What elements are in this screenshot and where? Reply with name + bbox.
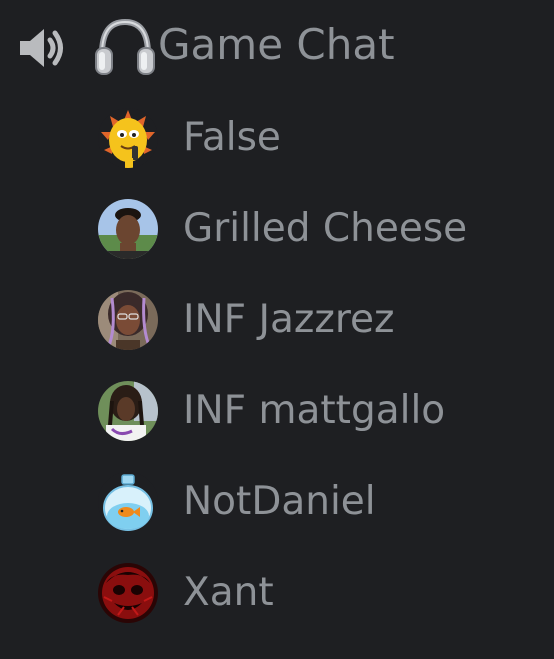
avatar xyxy=(98,290,158,350)
voice-user[interactable]: Xant xyxy=(0,551,554,642)
voice-user[interactable]: INF mattgallo xyxy=(0,369,554,460)
speaker-icon xyxy=(14,24,68,72)
voice-user-list: False Grilled Cheese INF Jazzrez INF mat… xyxy=(0,96,554,642)
user-name: Grilled Cheese xyxy=(183,206,468,251)
avatar xyxy=(98,381,158,441)
voice-user[interactable]: False xyxy=(0,96,554,187)
voice-channel[interactable]: Game Chat xyxy=(0,0,554,90)
headphones-emoji-icon xyxy=(94,16,156,76)
user-name: Xant xyxy=(183,570,274,615)
voice-user[interactable]: INF Jazzrez xyxy=(0,278,554,369)
avatar xyxy=(98,108,158,168)
user-name: INF Jazzrez xyxy=(183,297,395,342)
avatar xyxy=(98,563,158,623)
user-name: NotDaniel xyxy=(183,479,376,524)
voice-user[interactable]: Grilled Cheese xyxy=(0,187,554,278)
user-name: False xyxy=(183,115,281,160)
avatar xyxy=(98,472,158,532)
avatar xyxy=(98,199,158,259)
channel-name: Game Chat xyxy=(158,20,395,69)
voice-user[interactable]: NotDaniel xyxy=(0,460,554,551)
user-name: INF mattgallo xyxy=(183,388,446,433)
